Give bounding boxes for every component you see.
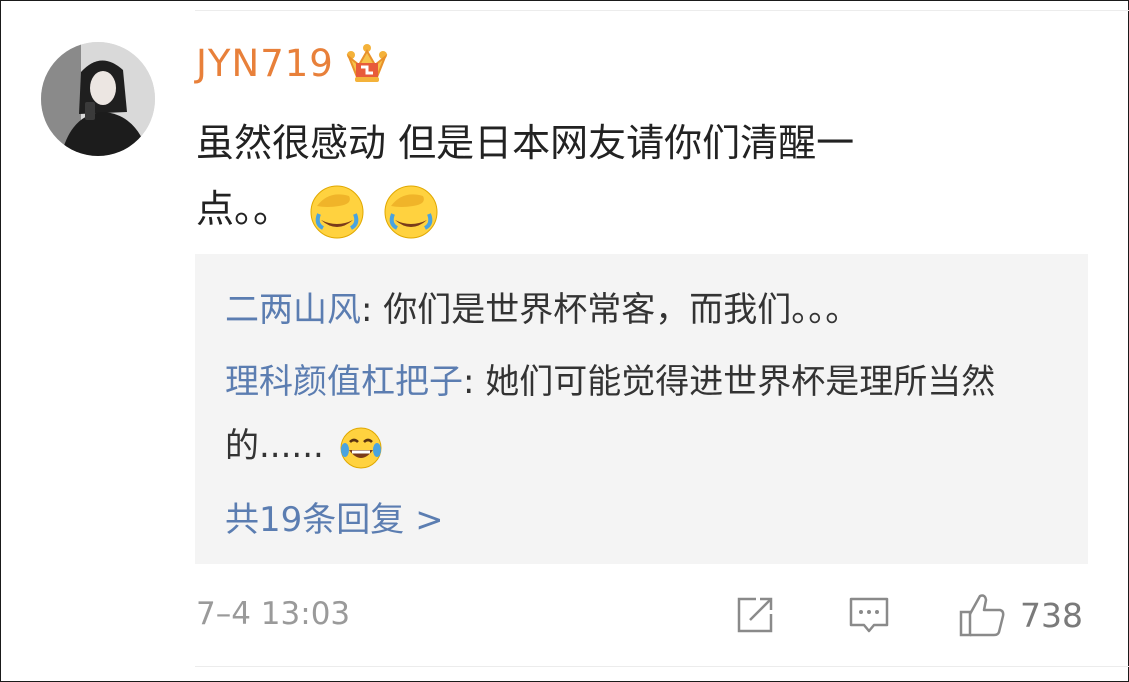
- like-count: 738: [1020, 595, 1083, 635]
- reply-item: 二两山风: 你们是世界杯常客，而我们。。。: [225, 282, 859, 331]
- view-all-replies-link[interactable]: 共19条回复 >: [225, 492, 444, 541]
- username[interactable]: JYN719: [196, 42, 334, 85]
- vip-crown-icon: [346, 43, 388, 82]
- reply-text: : 你们是世界杯常客，而我们。。。: [361, 290, 860, 330]
- laugh-cry-emoji-icon: [340, 427, 382, 468]
- share-button[interactable]: [734, 594, 776, 636]
- comment-timestamp: 7–4 13:03: [196, 596, 351, 632]
- like-button[interactable]: 738: [958, 594, 1083, 637]
- comment-body: 虽然很感动 但是日本网友请你们清醒一 点。。: [196, 110, 996, 242]
- comment-icon: [849, 597, 889, 633]
- reply-username[interactable]: 二两山风: [225, 290, 361, 330]
- bottom-divider: [195, 666, 1129, 667]
- comment-line-2: 点。。: [196, 187, 292, 231]
- comment-button[interactable]: [848, 594, 890, 636]
- facepalm-cry-emoji-icon: [310, 185, 364, 238]
- thumbs-up-icon: [959, 594, 1005, 637]
- reply-preview-box[interactable]: 二两山风: 你们是世界杯常客，而我们。。。 理科颜值杠把子: 她们可能觉得进世界…: [195, 254, 1088, 564]
- reply-item: 理科颜值杠把子: 她们可能觉得进世界杯是理所当然的......: [225, 350, 1065, 478]
- user-avatar[interactable]: [41, 42, 155, 156]
- share-icon: [737, 597, 773, 633]
- top-divider: [195, 10, 1129, 11]
- reply-username[interactable]: 理科颜值杠把子: [225, 362, 463, 402]
- comment-line-1: 虽然很感动 但是日本网友请你们清醒一: [196, 121, 855, 165]
- facepalm-cry-emoji-icon: [384, 185, 438, 238]
